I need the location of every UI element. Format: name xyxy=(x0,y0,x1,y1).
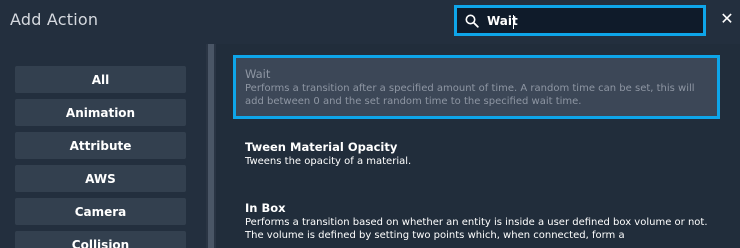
dialog-title: Add Action xyxy=(10,10,99,29)
result-title: Wait xyxy=(245,67,271,81)
category-sidebar: All Animation Attribute AWS Camera Colli… xyxy=(0,44,206,248)
result-title: Tween Material Opacity xyxy=(245,140,398,154)
close-button[interactable]: ✕ xyxy=(718,10,736,28)
category-camera-button[interactable]: Camera xyxy=(15,198,186,225)
dialog-header: Add Action ✕ xyxy=(0,0,740,40)
add-action-dialog: Add Action ✕ All Animation Attribute AWS… xyxy=(0,0,740,248)
category-attribute-button[interactable]: Attribute xyxy=(15,132,186,159)
search-input[interactable] xyxy=(487,11,697,31)
sidebar-scrollbar-thumb[interactable] xyxy=(208,44,214,248)
category-all-button[interactable]: All xyxy=(15,66,186,93)
category-collision-button[interactable]: Collision xyxy=(15,231,186,248)
search-box[interactable] xyxy=(454,5,706,36)
result-item-tween-material-opacity[interactable]: Tween Material Opacity Tweens the opacit… xyxy=(245,139,715,168)
search-icon xyxy=(465,14,479,28)
category-aws-button[interactable]: AWS xyxy=(15,165,186,192)
result-item-wait[interactable]: Wait Performs a transition after a speci… xyxy=(245,66,715,108)
result-title: In Box xyxy=(245,201,286,215)
result-description: Performs a transition after a specified … xyxy=(245,83,695,107)
text-caret xyxy=(513,15,514,29)
result-description: Performs a transition based on whether a… xyxy=(245,217,708,241)
result-item-in-box[interactable]: In Box Performs a transition based on wh… xyxy=(245,200,715,242)
category-animation-button[interactable]: Animation xyxy=(15,99,186,126)
result-description: Tweens the opacity of a material. xyxy=(245,156,412,167)
